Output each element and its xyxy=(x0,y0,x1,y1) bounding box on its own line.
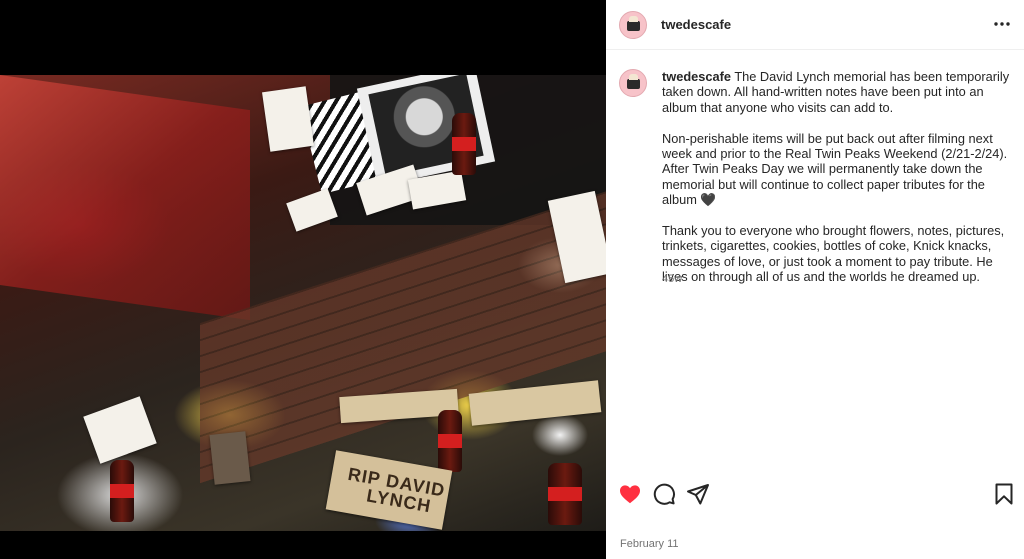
heart-icon xyxy=(620,485,640,504)
save-button[interactable] xyxy=(992,482,1018,508)
avatar[interactable] xyxy=(619,11,647,39)
cafe-window xyxy=(0,75,250,321)
caption-username[interactable]: twedescafe xyxy=(662,69,731,84)
coke-bottle xyxy=(452,113,476,175)
action-bar xyxy=(606,482,1024,512)
post-sidebar: twedescafe twedescafe The David Lynch me… xyxy=(606,0,1024,559)
caption-paragraph-2: Non-perishable items will be put back ou… xyxy=(662,130,1008,208)
note-card xyxy=(83,396,157,464)
post-media: RIP DAVID LYNCH xyxy=(0,0,606,559)
time-ago[interactable]: 45w xyxy=(662,273,682,285)
avatar[interactable] xyxy=(619,69,647,97)
comment-button[interactable] xyxy=(652,482,678,508)
more-horizontal-icon xyxy=(994,22,1010,26)
note-card xyxy=(262,86,314,152)
post-date[interactable]: February 11 xyxy=(620,538,679,550)
caption-text: twedescafe The David Lynch memorial has … xyxy=(662,69,1017,300)
share-button[interactable] xyxy=(686,482,712,508)
caption-paragraph-3: Thank you to everyone who brought flower… xyxy=(662,223,1005,285)
note-card xyxy=(286,188,338,232)
memorial-photo[interactable]: RIP DAVID LYNCH xyxy=(0,75,606,531)
coke-bottle xyxy=(548,463,582,525)
instagram-post: RIP DAVID LYNCH twedescafe twedescafe Th… xyxy=(0,0,1024,559)
photo-frame xyxy=(209,431,251,485)
bookmark-icon xyxy=(995,483,1013,505)
comment-icon xyxy=(653,483,675,505)
share-icon xyxy=(687,484,709,505)
header-username[interactable]: twedescafe xyxy=(661,17,731,32)
post-header: twedescafe xyxy=(606,0,1024,50)
coke-bottle xyxy=(438,410,462,472)
coke-bottle xyxy=(110,460,134,522)
rip-sign: RIP DAVID LYNCH xyxy=(325,450,453,530)
brick-ledge xyxy=(200,186,606,484)
more-options-button[interactable] xyxy=(990,12,1014,36)
like-button[interactable] xyxy=(618,482,644,508)
